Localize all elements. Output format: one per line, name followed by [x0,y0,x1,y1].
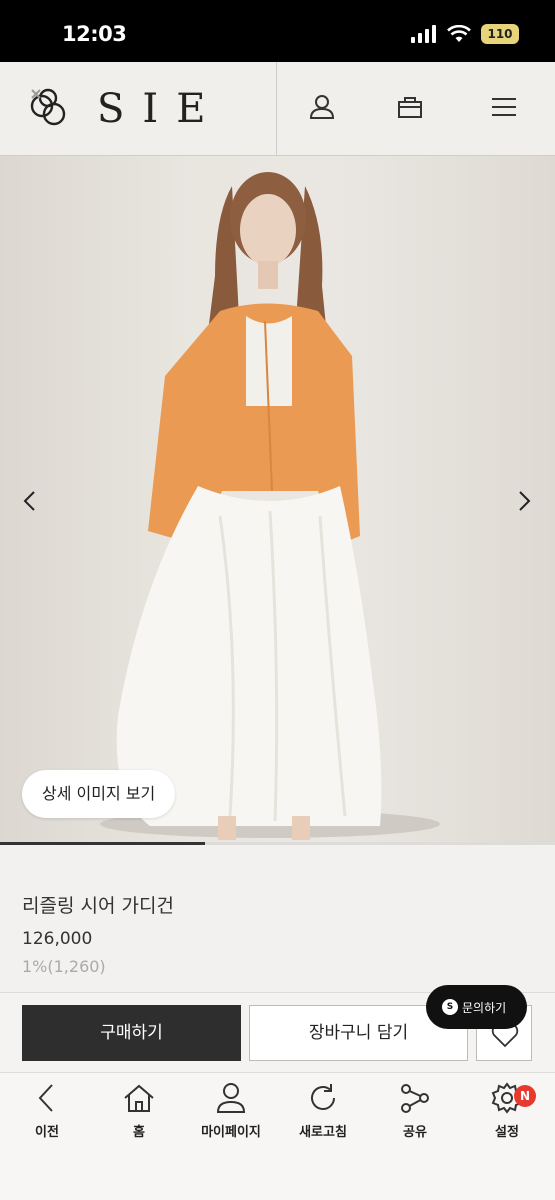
tab-label: 새로고침 [299,1125,347,1140]
tab-refresh[interactable]: 새로고침 [278,1081,368,1140]
inquiry-button[interactable]: S 문의하기 [426,985,527,1029]
bottom-tab-bar: 이전 홈 마이페이지 새로고침 공유 N 설정 [0,1072,555,1200]
product-points: 1%(1,260) [22,957,106,976]
wifi-icon [447,25,471,42]
status-time: 12:03 [62,22,127,46]
person-icon [216,1083,246,1113]
back-arrow-icon [38,1084,53,1112]
chevron-left-icon[interactable] [18,486,42,516]
menu-icon[interactable] [489,92,519,122]
status-icons: 110 [411,24,519,44]
header: SIE [0,62,555,156]
tab-mypage[interactable]: 마이페이지 [186,1081,276,1140]
refresh-icon [311,1084,335,1110]
tab-settings[interactable]: N 설정 [462,1081,552,1140]
buy-button[interactable]: 구매하기 [22,1005,241,1061]
product-info: 리즐링 시어 가디건 126,000 1%(1,260) [0,845,555,993]
user-icon[interactable] [307,92,337,122]
inquiry-logo-icon: S [442,999,458,1015]
product-price: 126,000 [22,929,93,949]
tab-label: 공유 [403,1125,427,1140]
tab-label: 설정 [495,1125,519,1140]
home-icon [124,1084,154,1112]
settings-badge: N [514,1085,536,1107]
tab-label: 이전 [35,1125,59,1140]
battery-icon: 110 [481,24,519,44]
chevron-right-icon[interactable] [512,486,536,516]
tab-home[interactable]: 홈 [94,1081,184,1140]
header-divider [276,62,277,156]
product-image-carousel[interactable]: 상세 이미지 보기 [0,156,555,842]
share-icon [401,1084,429,1113]
status-bar: 12:03 110 [0,0,555,62]
tab-label: 마이페이지 [201,1125,261,1140]
brand-logo-icon[interactable] [28,86,70,130]
product-photo [100,172,440,840]
tab-label: 홈 [133,1125,145,1140]
brand-wordmark[interactable]: SIE [97,86,223,132]
view-detail-images-button[interactable]: 상세 이미지 보기 [22,770,176,818]
signal-icon [411,25,436,43]
inquiry-label: 문의하기 [462,1000,507,1015]
shopping-bag-icon[interactable] [395,92,425,122]
tab-back[interactable]: 이전 [2,1081,92,1140]
product-name: 리즐링 시어 가디건 [22,895,174,917]
tab-share[interactable]: 공유 [370,1081,460,1140]
